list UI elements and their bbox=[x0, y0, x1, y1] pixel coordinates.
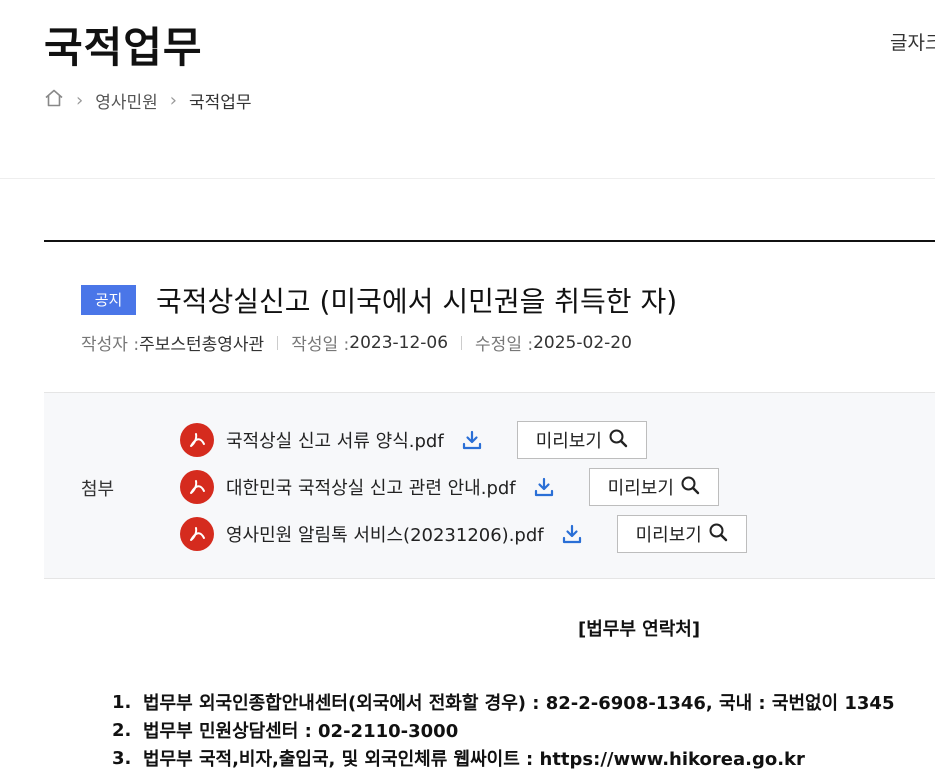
board-top-line bbox=[44, 240, 935, 242]
chevron-right-icon: › bbox=[76, 90, 84, 111]
chevron-right-icon: › bbox=[169, 90, 177, 111]
breadcrumb: › 영사민원 › 국적업무 bbox=[44, 88, 252, 113]
pdf-icon bbox=[180, 423, 214, 457]
search-icon bbox=[608, 428, 628, 453]
preview-button[interactable]: 미리보기 bbox=[516, 421, 647, 459]
list-item: 2. 법무부 민원상담센터 : 02-2110-3000 bbox=[112, 716, 894, 744]
preview-label: 미리보기 bbox=[607, 478, 674, 499]
attachment-file-link[interactable]: 대한민국 국적상실 신고 관련 안내.pdf bbox=[226, 474, 516, 500]
notice-badge: 공지 bbox=[81, 285, 136, 315]
search-icon bbox=[708, 522, 728, 547]
font-size-control[interactable]: 글자크기 bbox=[890, 28, 935, 55]
attachment-item: 대한민국 국적상실 신고 관련 안내.pdf 미리보기 bbox=[180, 468, 719, 506]
contact-list: 1. 법무부 외국인종합안내센터(외국에서 전화할 경우) : 82-2-690… bbox=[112, 688, 894, 772]
post-title: 국적상실신고 (미국에서 시민권을 취득한 자) bbox=[156, 285, 678, 318]
preview-label: 미리보기 bbox=[635, 525, 702, 546]
preview-button[interactable]: 미리보기 bbox=[588, 468, 719, 506]
list-number: 1. bbox=[112, 691, 132, 713]
attachment-item: 영사민원 알림톡 서비스(20231206).pdf 미리보기 bbox=[180, 515, 747, 553]
created-label: 작성일 : bbox=[291, 335, 350, 355]
attachment-file-link[interactable]: 국적상실 신고 서류 양식.pdf bbox=[226, 427, 444, 453]
home-icon[interactable] bbox=[44, 88, 64, 113]
download-icon[interactable] bbox=[460, 428, 484, 452]
list-item: 1. 법무부 외국인종합안내센터(외국에서 전화할 경우) : 82-2-690… bbox=[112, 688, 894, 716]
preview-label: 미리보기 bbox=[535, 431, 602, 452]
header-divider bbox=[0, 178, 935, 179]
breadcrumb-item-consular[interactable]: 영사민원 bbox=[95, 88, 158, 113]
attachment-box: 첨부 국적상실 신고 서류 양식.pdf 미리보기 대한민국 국적상실 신고 관… bbox=[44, 392, 935, 579]
author-value: 주보스턴총영사관 bbox=[139, 335, 265, 355]
pdf-icon bbox=[180, 470, 214, 504]
attachment-label: 첨부 bbox=[81, 479, 115, 500]
list-number: 3. bbox=[112, 747, 132, 769]
preview-button[interactable]: 미리보기 bbox=[616, 515, 747, 553]
contact-text: 법무부 민원상담센터 : 02-2110-3000 bbox=[143, 721, 459, 742]
breadcrumb-item-nationality[interactable]: 국적업무 bbox=[189, 88, 252, 113]
meta-divider bbox=[461, 335, 463, 350]
download-icon[interactable] bbox=[532, 475, 556, 499]
download-icon[interactable] bbox=[560, 522, 584, 546]
contact-text: 법무부 외국인종합안내센터(외국에서 전화할 경우) : 82-2-6908-1… bbox=[143, 693, 895, 714]
modified-label: 수정일 : bbox=[475, 335, 534, 355]
modified-value: 2025-02-20 bbox=[533, 332, 632, 353]
author-label: 작성자 : bbox=[81, 335, 140, 355]
meta-divider bbox=[277, 335, 279, 350]
list-number: 2. bbox=[112, 719, 132, 741]
post-meta: 작성자 : 주보스턴총영사관 작성일 : 2023-12-06 수정일 : 20… bbox=[81, 330, 632, 356]
attachment-file-link[interactable]: 영사민원 알림톡 서비스(20231206).pdf bbox=[226, 521, 544, 547]
search-icon bbox=[680, 475, 700, 500]
page-title: 국적업무 bbox=[44, 23, 203, 72]
contact-heading: [법무부 연락처] bbox=[578, 619, 701, 640]
contact-text: 법무부 국적,비자,출입국, 및 외국인체류 웹싸이트 : https://ww… bbox=[143, 749, 805, 770]
pdf-icon bbox=[180, 517, 214, 551]
attachment-item: 국적상실 신고 서류 양식.pdf 미리보기 bbox=[180, 421, 647, 459]
list-item: 3. 법무부 국적,비자,출입국, 및 외국인체류 웹싸이트 : https:/… bbox=[112, 744, 894, 772]
created-value: 2023-12-06 bbox=[349, 332, 449, 353]
